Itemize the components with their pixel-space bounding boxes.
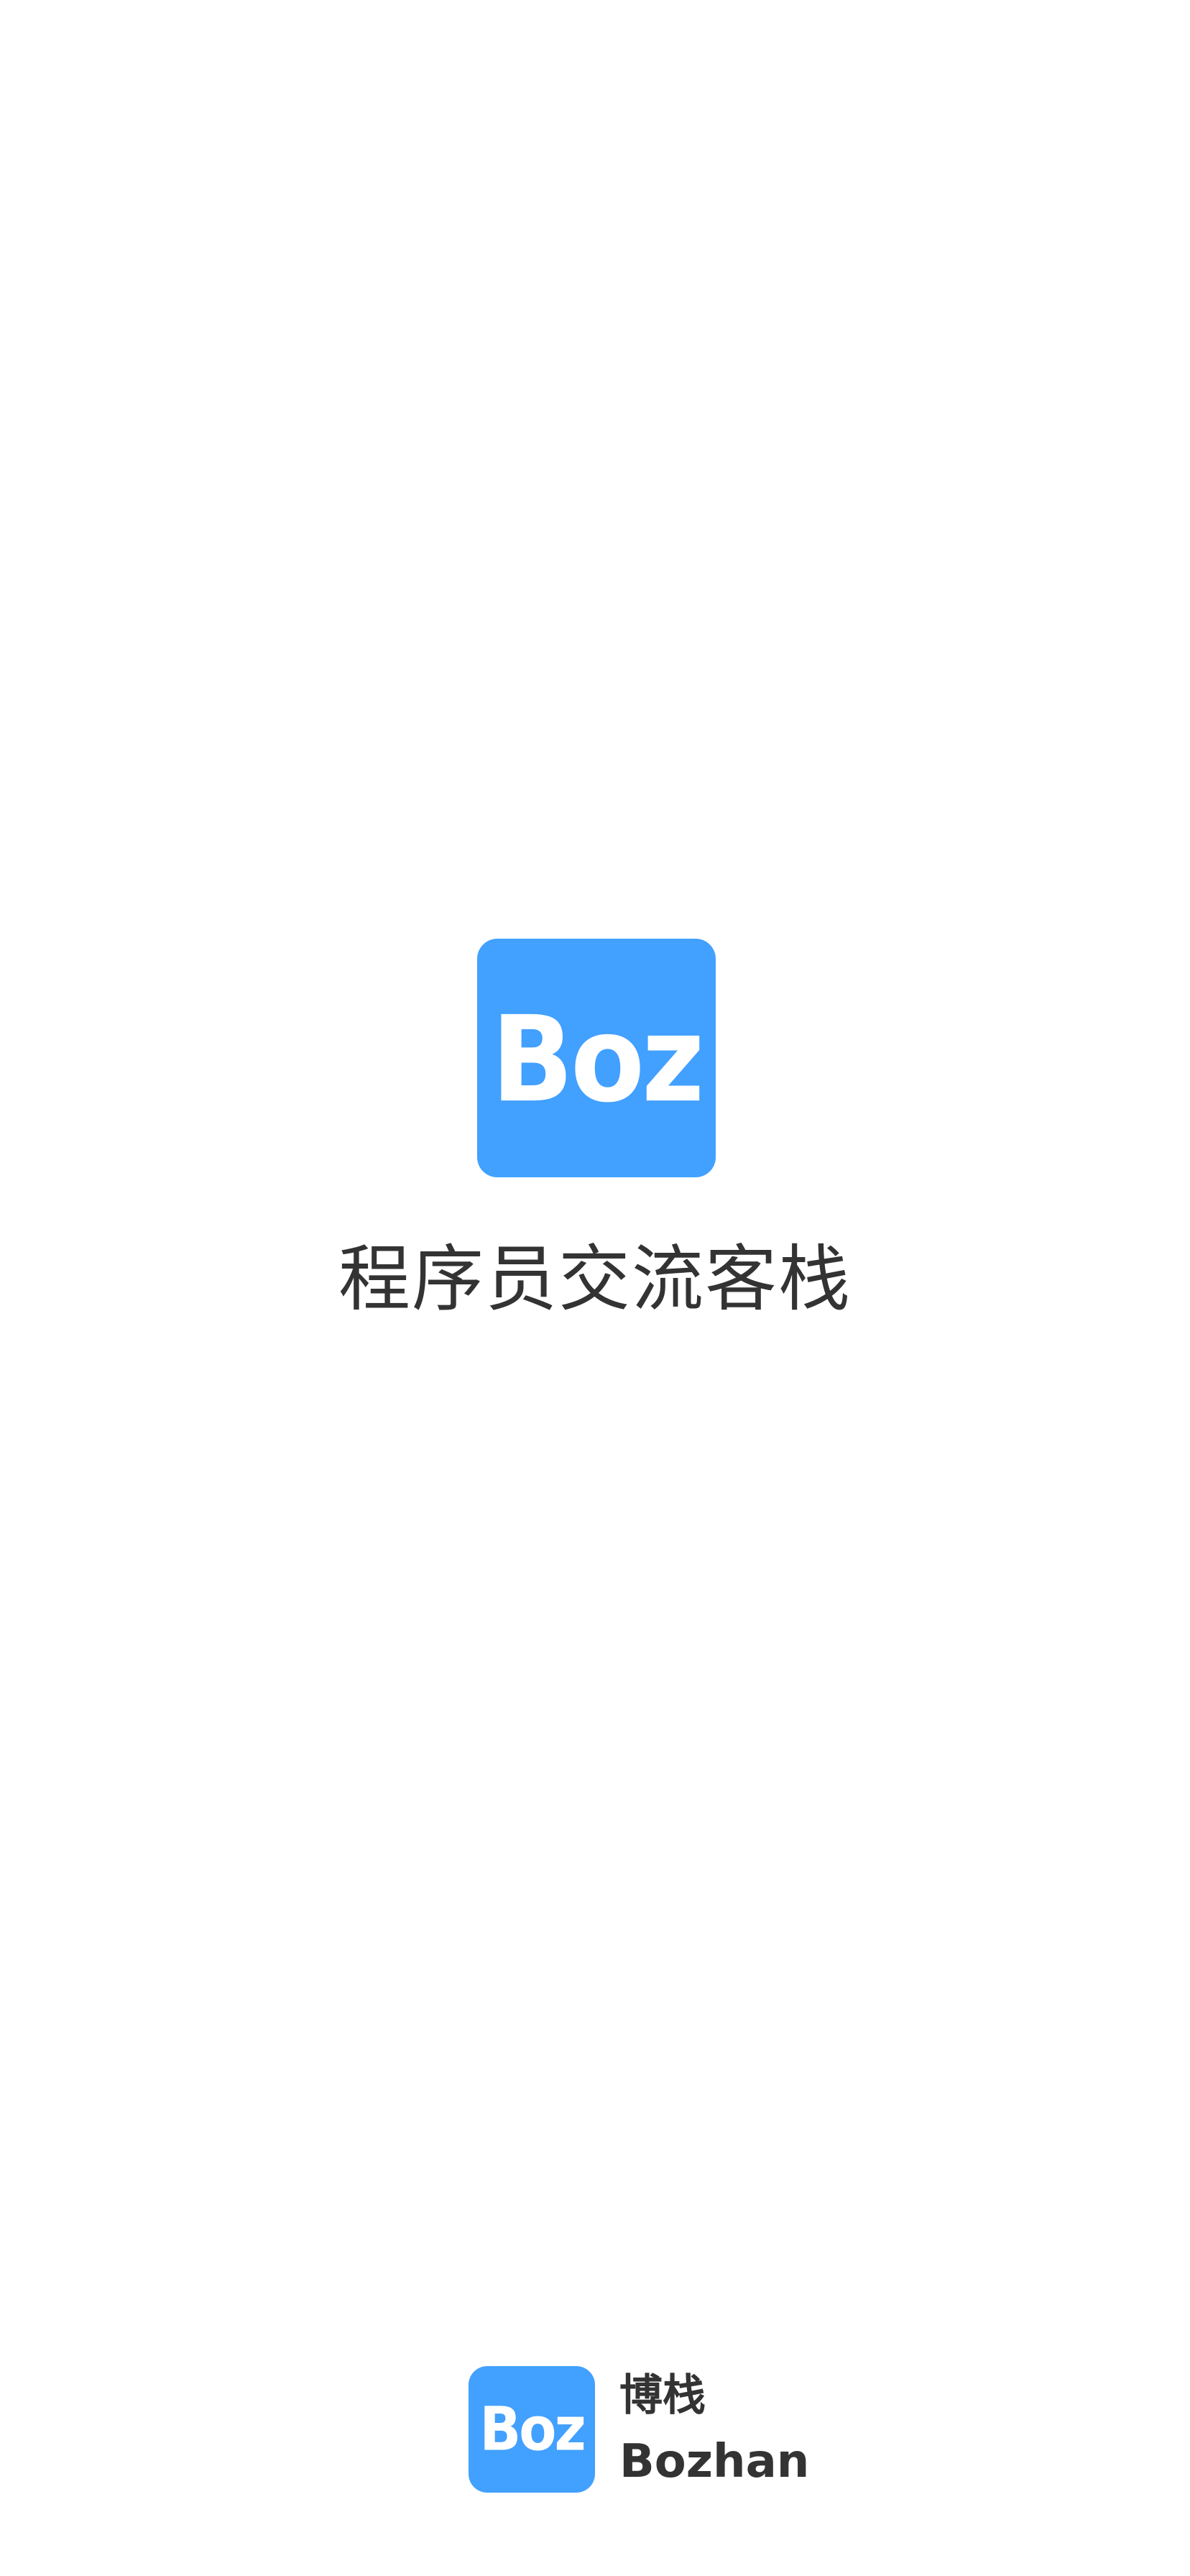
- app-logo-text: Boz: [491, 991, 705, 1129]
- brand-name-chinese: 博栈: [619, 2370, 706, 2421]
- footer-brand: Boz 博栈 Bozhan: [469, 2365, 809, 2494]
- app-logo: Boz: [477, 939, 716, 1177]
- footer-brand-names: 博栈 Bozhan: [619, 2369, 809, 2490]
- brand-name-english: Bozhan: [619, 2434, 810, 2488]
- footer-logo: Boz: [469, 2366, 595, 2493]
- footer-logo-text: Boz: [479, 2393, 586, 2465]
- splash-tagline: 程序员交流客栈: [338, 1237, 852, 1321]
